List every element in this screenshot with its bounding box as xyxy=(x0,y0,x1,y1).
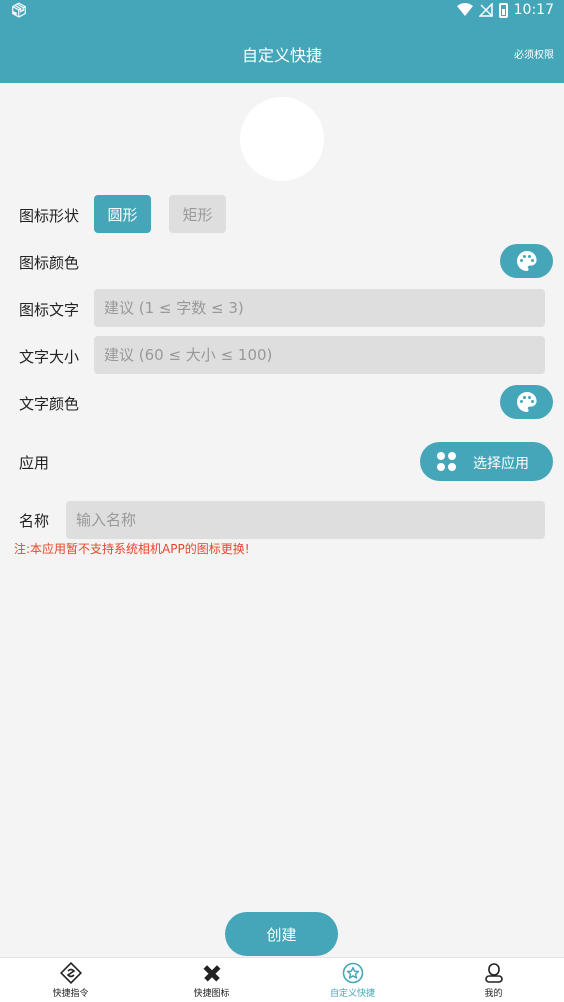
nav-shortcut-commands[interactable]: 快捷指令 xyxy=(0,958,141,1002)
icon-color-button[interactable] xyxy=(500,244,553,278)
select-app-label: 选择应用 xyxy=(473,456,529,472)
pencil-ruler-icon xyxy=(203,965,220,982)
user-icon xyxy=(484,963,503,983)
palette-icon xyxy=(516,392,537,412)
name-input[interactable] xyxy=(66,501,545,539)
app-label: 应用 xyxy=(19,454,50,472)
shape-rect-button[interactable]: 矩形 xyxy=(169,195,226,233)
nav-mine[interactable]: 我的 xyxy=(423,958,564,1002)
text-size-label: 文字大小 xyxy=(19,348,80,366)
icon-text-label: 图标文字 xyxy=(19,301,80,319)
icon-preview xyxy=(240,97,324,181)
select-app-button[interactable]: 选择应用 xyxy=(420,442,553,481)
apps-grid-icon xyxy=(437,452,456,471)
nav-shortcut-icons[interactable]: 快捷图标 xyxy=(141,958,282,1002)
shortcut-icon xyxy=(59,962,82,984)
signal-icon xyxy=(478,3,493,17)
text-color-label: 文字颜色 xyxy=(19,395,80,413)
icon-text-input[interactable] xyxy=(94,289,545,327)
nav-custom-shortcut[interactable]: 自定义快捷 xyxy=(282,958,423,1002)
status-bar: 📦︎ 10:17 xyxy=(0,0,564,24)
bottom-nav: 快捷指令 快捷图标 自定义快捷 我的 xyxy=(0,957,564,1002)
palette-icon xyxy=(516,251,537,271)
nav-label: 快捷指令 xyxy=(52,989,89,999)
battery-icon xyxy=(498,2,508,18)
text-size-input[interactable] xyxy=(94,336,545,374)
nav-label: 我的 xyxy=(484,989,503,999)
page-title: 自定义快捷 xyxy=(241,46,322,65)
name-label: 名称 xyxy=(19,512,50,530)
app-notification-icon: 📦︎ xyxy=(10,3,28,19)
wifi-icon xyxy=(456,3,473,16)
text-color-button[interactable] xyxy=(500,385,553,419)
warning-note: 注:本应用暂不支持系统相机APP的图标更换! xyxy=(14,542,250,556)
permission-link[interactable]: 必须权限 xyxy=(514,46,554,61)
create-button[interactable]: 创建 xyxy=(225,912,338,956)
app-header: 📦︎ 10:17 自定义快捷 必须权限 xyxy=(0,0,564,83)
status-time: 10:17 xyxy=(513,2,554,18)
icon-shape-label: 图标形状 xyxy=(19,207,80,225)
shape-circle-button[interactable]: 圆形 xyxy=(94,195,151,233)
nav-label: 自定义快捷 xyxy=(329,989,375,999)
icon-color-label: 图标颜色 xyxy=(19,254,80,272)
nav-label: 快捷图标 xyxy=(193,989,230,999)
star-circle-icon xyxy=(342,962,363,984)
